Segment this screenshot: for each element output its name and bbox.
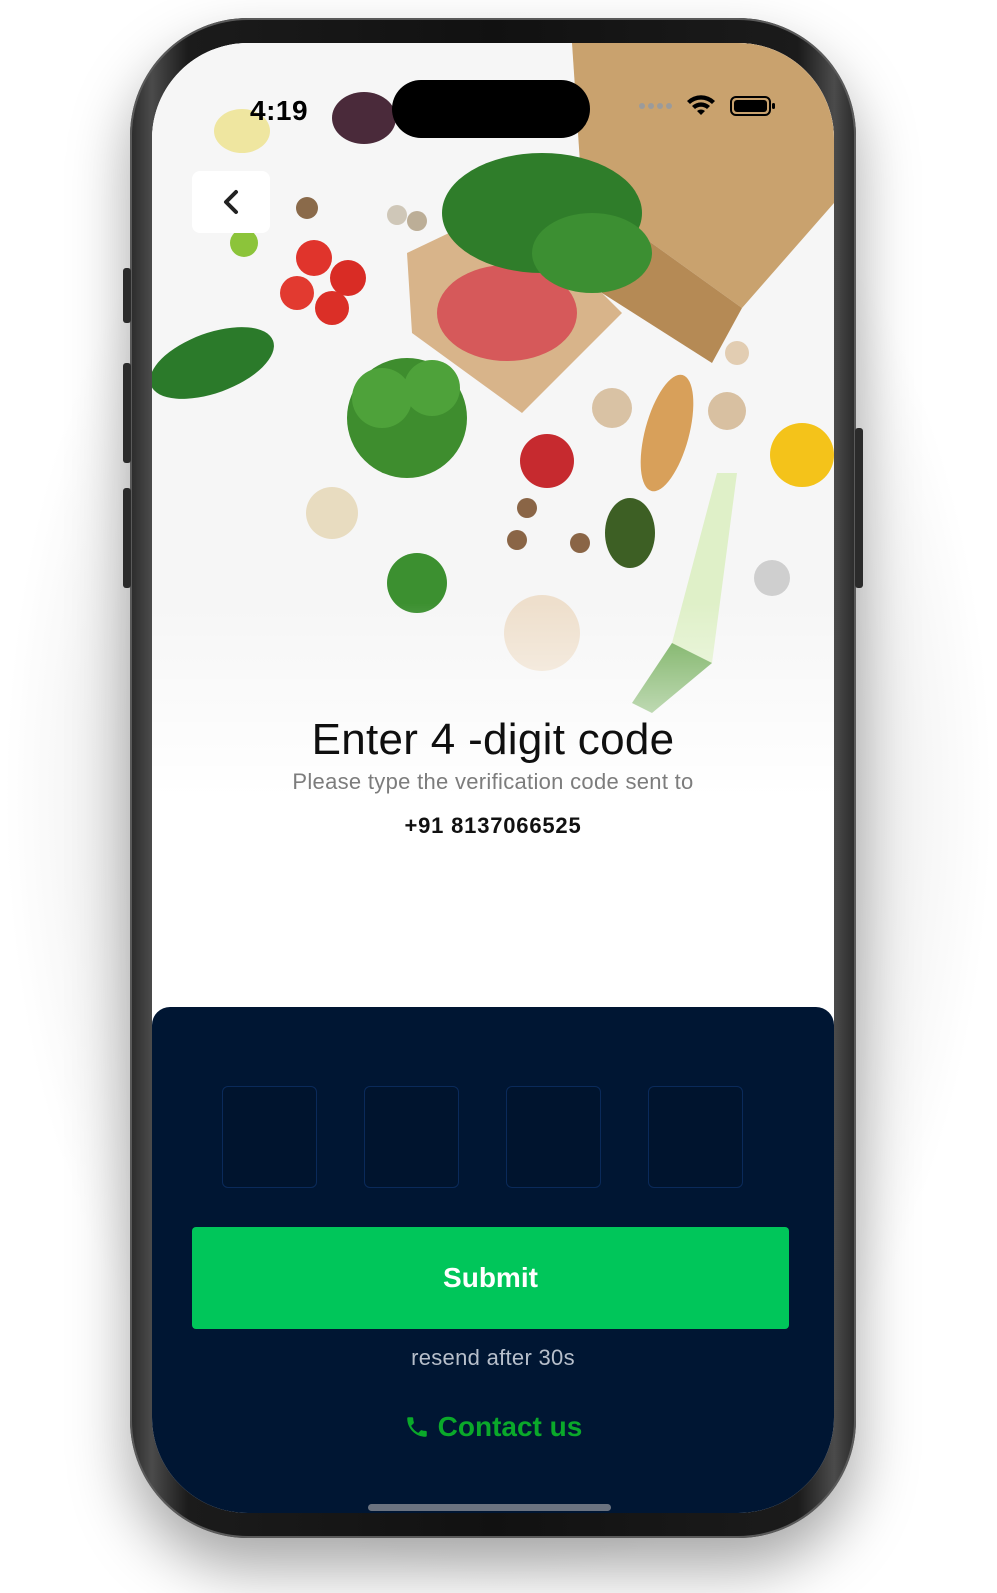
power-button — [855, 428, 863, 588]
status-icons — [639, 95, 776, 117]
contact-us-link[interactable]: Contact us — [152, 1411, 834, 1443]
groceries-hero-image — [152, 43, 834, 803]
phone-frame: 4:19 Enter 4 -digit code Please type the… — [123, 18, 863, 1538]
volume-up-button — [123, 363, 131, 463]
action-button — [123, 268, 131, 323]
wifi-icon — [687, 95, 715, 115]
otp-digit-2[interactable] — [364, 1086, 459, 1188]
phone-icon — [406, 1417, 427, 1437]
home-indicator — [368, 1504, 611, 1511]
otp-digit-3[interactable] — [506, 1086, 601, 1188]
page-title: Enter 4 -digit code — [311, 715, 675, 764]
volume-down-button — [123, 488, 131, 588]
verification-subtitle: Please type the verification code sent t… — [292, 769, 694, 794]
device-backdrop: 4:19 Enter 4 -digit code Please type the… — [0, 0, 997, 1593]
contact-us-label: Contact us — [437, 1411, 583, 1442]
otp-sheet: Submit resend after 30s Contact us — [152, 1007, 834, 1513]
resend-timer: resend after 30s — [411, 1345, 575, 1370]
submit-button[interactable]: Submit — [192, 1227, 789, 1329]
chevron-left-icon — [224, 190, 238, 214]
battery-icon — [730, 96, 775, 116]
screen: 4:19 Enter 4 -digit code Please type the… — [152, 43, 834, 1513]
back-button[interactable] — [192, 171, 270, 233]
cellular-signal-icon — [639, 103, 672, 109]
otp-inputs — [222, 1086, 743, 1188]
status-time: 4:19 — [250, 95, 309, 126]
dynamic-island — [392, 80, 590, 138]
phone-number: +91 8137066525 — [404, 813, 582, 838]
otp-digit-4[interactable] — [648, 1086, 743, 1188]
otp-digit-1[interactable] — [222, 1086, 317, 1188]
